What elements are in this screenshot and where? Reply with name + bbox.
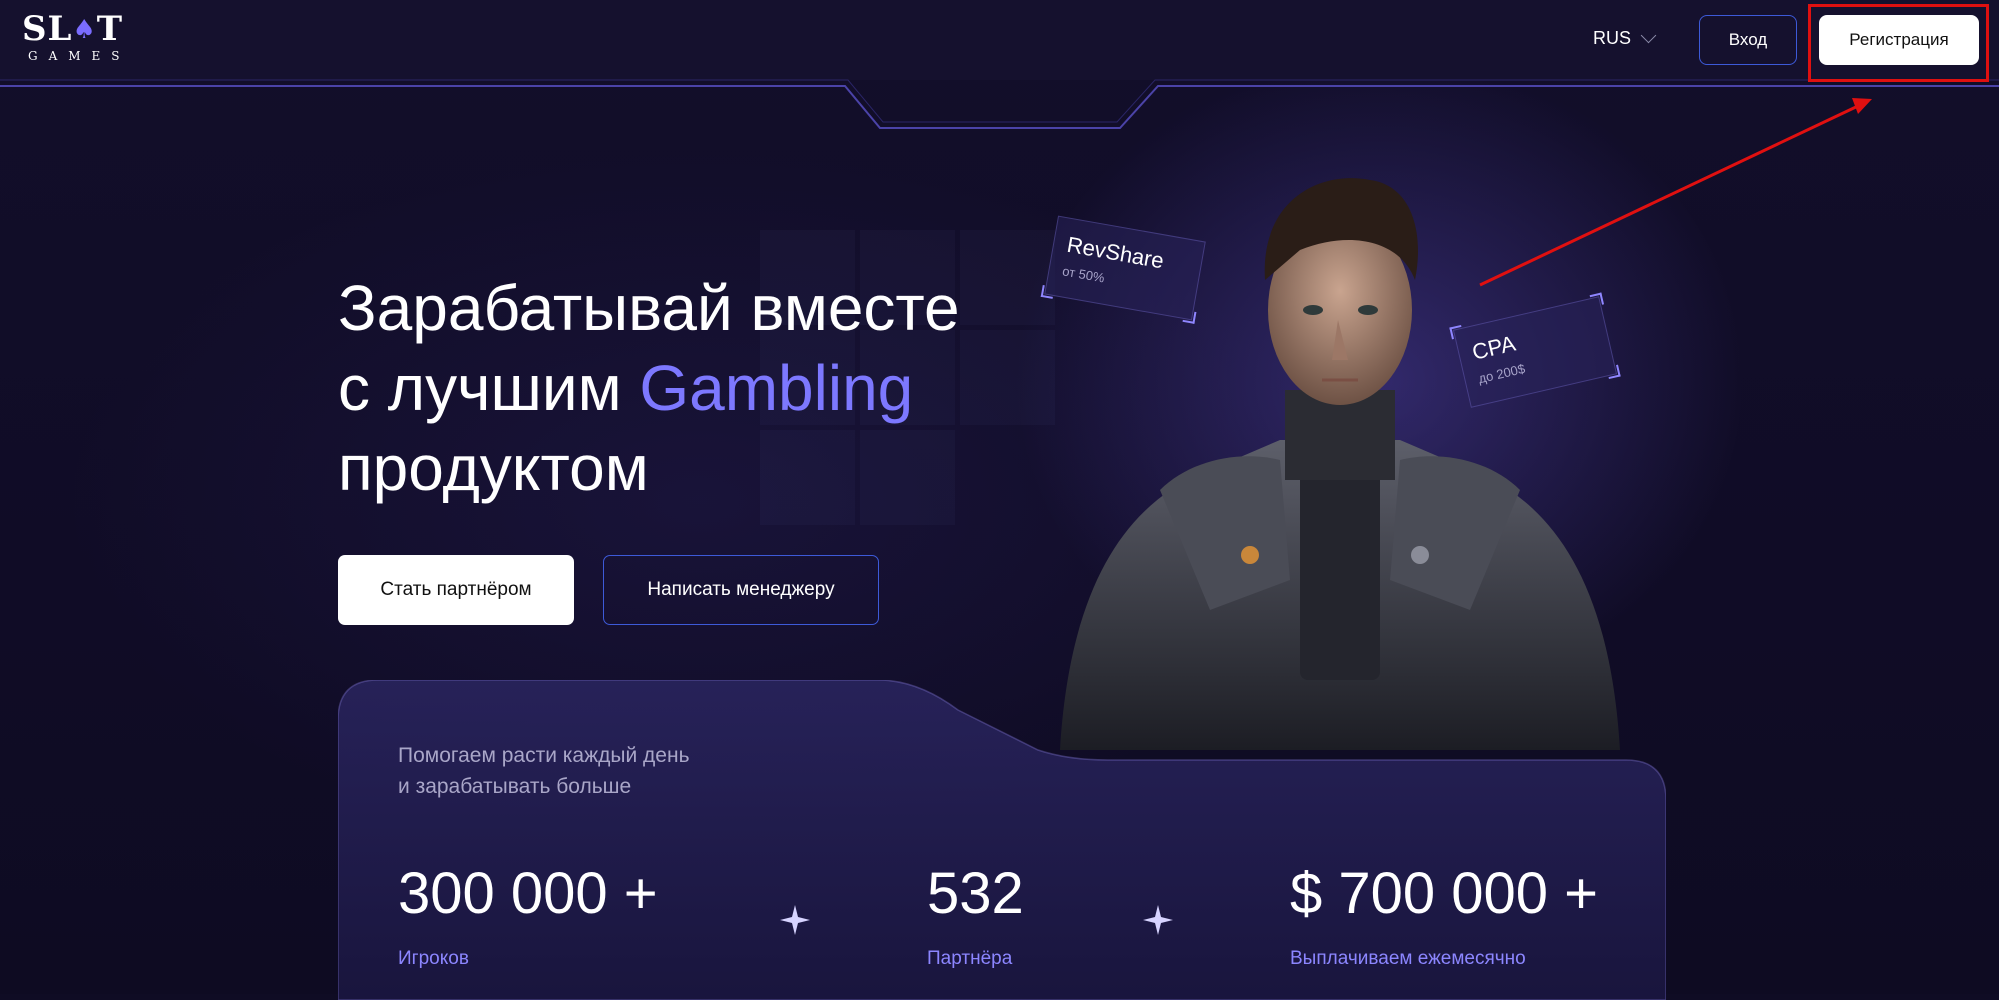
stats-subtitle-line1: Помогаем расти каждый день <box>398 744 690 767</box>
hero-title-line1: Зарабатывай вместе <box>338 272 960 344</box>
stats-panel: Помогаем расти каждый день и зарабатыват… <box>338 680 1666 1000</box>
hero-title-line2: с лучшим <box>338 352 640 424</box>
write-manager-button[interactable]: Написать менеджеру <box>603 555 879 625</box>
sparkle-icon <box>1143 905 1173 935</box>
sparkle-icon <box>780 905 810 935</box>
stats-subtitle: Помогаем расти каждый день и зарабатыват… <box>398 740 728 802</box>
stat-players-label: Игроков <box>398 948 469 969</box>
stat-payouts-label: Выплачиваем ежемесячно <box>1290 948 1526 969</box>
stats-subtitle-line2: и зарабатывать больше <box>398 775 632 798</box>
stat-payouts-value: $ 700 000 + <box>1290 861 1599 926</box>
stat-players-value: 300 000 + <box>398 861 658 926</box>
stat-partners-value: 532 <box>927 861 1024 926</box>
hero-title: Зарабатывай вместе с лучшим Gambling про… <box>338 268 960 508</box>
stat-partners-label: Партнёра <box>927 948 1013 969</box>
hero-title-accent: Gambling <box>639 352 914 424</box>
become-partner-button[interactable]: Стать партнёром <box>338 555 574 625</box>
hero-title-line3: продуктом <box>338 432 649 504</box>
